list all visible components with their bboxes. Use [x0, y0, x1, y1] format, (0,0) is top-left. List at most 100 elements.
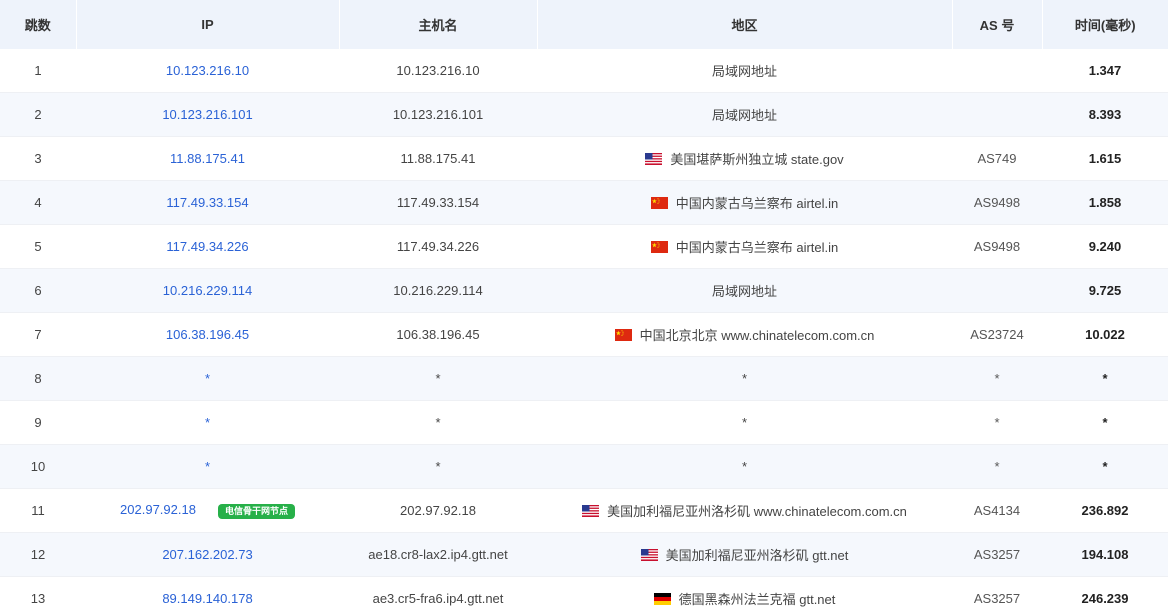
traceroute-table: 跳数 IP 主机名 地区 AS 号 时间(毫秒) 1 10.123.216.10 1… — [0, 0, 1168, 615]
region-cell: 中国北京北京 www.chinatelecom.com.cn — [537, 312, 952, 357]
ip-link[interactable]: 11.88.175.41 — [170, 151, 245, 166]
cn-flag-icon — [650, 241, 668, 253]
region-text: * — [741, 371, 748, 386]
time-cell: 194.108 — [1042, 532, 1168, 577]
ip-link[interactable]: 117.49.34.226 — [166, 239, 248, 254]
header-region: 地区 — [537, 0, 953, 49]
hop-cell: 11 — [0, 488, 76, 533]
host-cell: ae18.cr8-lax2.ip4.gtt.net — [339, 532, 537, 577]
table-row: 2 10.123.216.101 10.123.216.101 局域网地址 8.393 — [0, 92, 1168, 137]
region-cell: 局域网地址 — [537, 268, 952, 313]
as-cell: AS3257 — [952, 576, 1042, 615]
region-cell: 美国加利福尼亚州洛杉矶 www.chinatelecom.com.cn — [537, 488, 952, 533]
header-time: 时间(毫秒) — [1042, 0, 1168, 49]
as-cell: * — [952, 356, 1042, 401]
region-text: 中国内蒙古乌兰察布 airtel.in — [675, 240, 839, 255]
ip-cell: 106.38.196.45 — [76, 312, 339, 357]
ip-link[interactable]: 10.216.229.114 — [163, 283, 252, 298]
us-flag-icon — [582, 505, 600, 517]
region-cell: 德国黑森州法兰克福 gtt.net — [537, 576, 952, 615]
time-cell: 1.347 — [1042, 49, 1168, 93]
region-text: 局域网地址 — [711, 64, 777, 79]
time-cell: 1.615 — [1042, 136, 1168, 181]
region-cell: * — [537, 356, 952, 401]
ip-cell: 117.49.34.226 — [76, 224, 339, 269]
table-row: 7 106.38.196.45 106.38.196.45 中国北京北京 www.ch… — [0, 312, 1168, 357]
hop-cell: 10 — [0, 444, 76, 489]
region-cell: 局域网地址 — [537, 49, 952, 93]
ip-cell: * — [76, 400, 339, 445]
as-cell: AS23724 — [952, 312, 1042, 357]
ip-cell: * — [76, 356, 339, 401]
host-cell: 117.49.33.154 — [339, 180, 537, 225]
time-cell: * — [1042, 400, 1168, 445]
region-text: 中国北京北京 www.chinatelecom.com.cn — [639, 328, 875, 343]
as-cell — [952, 268, 1042, 313]
time-cell: 1.858 — [1042, 180, 1168, 225]
region-cell: 美国堪萨斯州独立城 state.gov — [537, 136, 952, 181]
region-cell: 中国内蒙古乌兰察布 airtel.in — [537, 224, 952, 269]
header-as: AS 号 — [952, 0, 1043, 49]
as-cell — [952, 92, 1042, 137]
hop-cell: 9 — [0, 400, 76, 445]
ip-link[interactable]: 10.123.216.101 — [162, 107, 252, 122]
region-text: 局域网地址 — [711, 108, 777, 123]
ip-link[interactable]: 207.162.202.73 — [162, 547, 252, 562]
table-header-row: 跳数 IP 主机名 地区 AS 号 时间(毫秒) — [0, 0, 1168, 49]
host-cell: 202.97.92.18 — [339, 488, 537, 533]
region-text: 中国内蒙古乌兰察布 airtel.in — [675, 196, 839, 211]
ip-cell: 10.216.229.114 — [76, 268, 339, 313]
cn-flag-icon — [650, 197, 668, 209]
host-cell: 10.123.216.10 — [339, 49, 537, 93]
as-cell: AS9498 — [952, 180, 1042, 225]
as-cell: AS749 — [952, 136, 1042, 181]
ip-cell: 207.162.202.73 — [76, 532, 339, 577]
ip-link[interactable]: 10.123.216.10 — [166, 63, 249, 78]
region-cell: * — [537, 444, 952, 489]
ip-link[interactable]: 106.38.196.45 — [166, 327, 249, 342]
time-cell: 236.892 — [1042, 488, 1168, 533]
as-cell: * — [952, 444, 1042, 489]
hop-cell: 3 — [0, 136, 76, 181]
as-cell: AS9498 — [952, 224, 1042, 269]
ip-link[interactable]: 202.97.92.18 — [120, 502, 196, 517]
table-row: 13 89.149.140.178 ae3.cr5-fra6.ip4.gtt.net… — [0, 576, 1168, 615]
ip-cell: 117.49.33.154 — [76, 180, 339, 225]
region-text: 美国堪萨斯州独立城 state.gov — [670, 152, 844, 167]
time-cell: 246.239 — [1042, 576, 1168, 615]
table-row: 1 10.123.216.10 10.123.216.10 局域网地址 1.347 — [0, 49, 1168, 93]
host-cell: 117.49.34.226 — [339, 224, 537, 269]
host-cell: 106.38.196.45 — [339, 312, 537, 357]
region-text: 德国黑森州法兰克福 gtt.net — [678, 592, 836, 607]
time-cell: 9.240 — [1042, 224, 1168, 269]
as-cell: AS4134 — [952, 488, 1042, 533]
region-cell: 局域网地址 — [537, 92, 952, 137]
us-flag-icon — [645, 153, 663, 165]
region-text: 美国加利福尼亚州洛杉矶 www.chinatelecom.com.cn — [607, 504, 907, 519]
cn-flag-icon — [614, 329, 632, 341]
ip-link[interactable]: * — [205, 371, 210, 386]
hop-cell: 12 — [0, 532, 76, 577]
table-row: 9 * * * * * — [0, 400, 1168, 445]
table-row: 12 207.162.202.73 ae18.cr8-lax2.ip4.gtt.ne… — [0, 532, 1168, 577]
table-row: 8 * * * * * — [0, 356, 1168, 401]
host-cell: 10.123.216.101 — [339, 92, 537, 137]
hop-cell: 6 — [0, 268, 76, 313]
table-row: 11 202.97.92.18 电信骨干网节点 202.97.92.18 美国加利福尼亚… — [0, 488, 1168, 533]
ip-link[interactable]: * — [205, 459, 210, 474]
time-cell: 8.393 — [1042, 92, 1168, 137]
ip-cell: 89.149.140.178 — [76, 576, 339, 615]
table-row: 4 117.49.33.154 117.49.33.154 中国内蒙古乌兰察布 air… — [0, 180, 1168, 225]
time-cell: 9.725 — [1042, 268, 1168, 313]
ip-link[interactable]: * — [205, 415, 210, 430]
ip-link[interactable]: 89.149.140.178 — [162, 591, 252, 606]
ip-cell: 10.123.216.10 — [76, 49, 339, 93]
header-ip: IP — [76, 0, 340, 49]
ip-link[interactable]: 117.49.33.154 — [166, 195, 248, 210]
region-text: * — [741, 415, 748, 430]
region-text: 美国加利福尼亚州洛杉矶 gtt.net — [665, 548, 849, 563]
hop-cell: 1 — [0, 49, 76, 93]
as-cell: AS3257 — [952, 532, 1042, 577]
time-cell: * — [1042, 356, 1168, 401]
region-text: * — [741, 459, 748, 474]
